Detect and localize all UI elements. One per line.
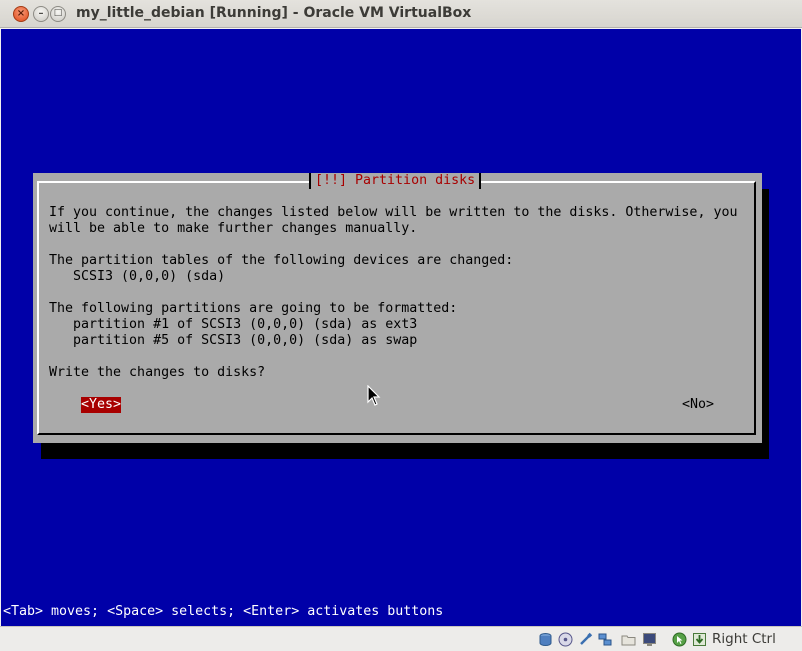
display-icon[interactable] [642,632,657,647]
shared-folder-icon[interactable] [621,632,636,647]
optical-drive-icon[interactable] [558,632,573,647]
hard-disk-icon[interactable] [538,632,553,647]
usb-icon[interactable] [578,632,593,647]
dialog-question: Write the changes to disks? [49,365,266,380]
mouse-pointer-icon [367,385,381,406]
window-title: my_little_debian [Running] - Oracle VM V… [76,5,472,21]
dialog-line-6: partition #1 of SCSI3 (0,0,0) (sda) as e… [49,317,418,332]
dialog-line-2: will be able to make further changes man… [49,221,418,236]
mouse-integration-icon[interactable] [672,632,687,647]
help-line: <Tab> moves; <Space> selects; <Enter> ac… [3,604,444,619]
network-icon[interactable] [598,632,613,647]
keyboard-capture-icon[interactable] [692,632,707,647]
window-titlebar[interactable]: × – □ my_little_debian [Running] - Oracl… [0,0,802,28]
dialog-title: [!!] Partition disks [309,173,482,189]
window-minimize-button[interactable]: – [33,6,49,22]
window-maximize-button[interactable]: □ [50,6,66,22]
no-button[interactable]: <No> [682,397,714,413]
yes-button[interactable]: <Yes> [81,397,122,413]
window-close-button[interactable]: × [13,6,29,22]
vm-screen[interactable]: [!!] Partition disks If you continue, th… [1,29,801,626]
dialog-line-1: If you continue, the changes listed belo… [49,205,738,220]
dialog-line-4: SCSI3 (0,0,0) (sda) [49,269,226,284]
dialog-line-5: The following partitions are going to be… [49,301,458,316]
vm-statusbar: Right Ctrl [0,626,802,651]
host-key-label: Right Ctrl [712,631,776,647]
dialog-line-7: partition #5 of SCSI3 (0,0,0) (sda) as s… [49,333,418,348]
dialog-line-3: The partition tables of the following de… [49,253,514,268]
